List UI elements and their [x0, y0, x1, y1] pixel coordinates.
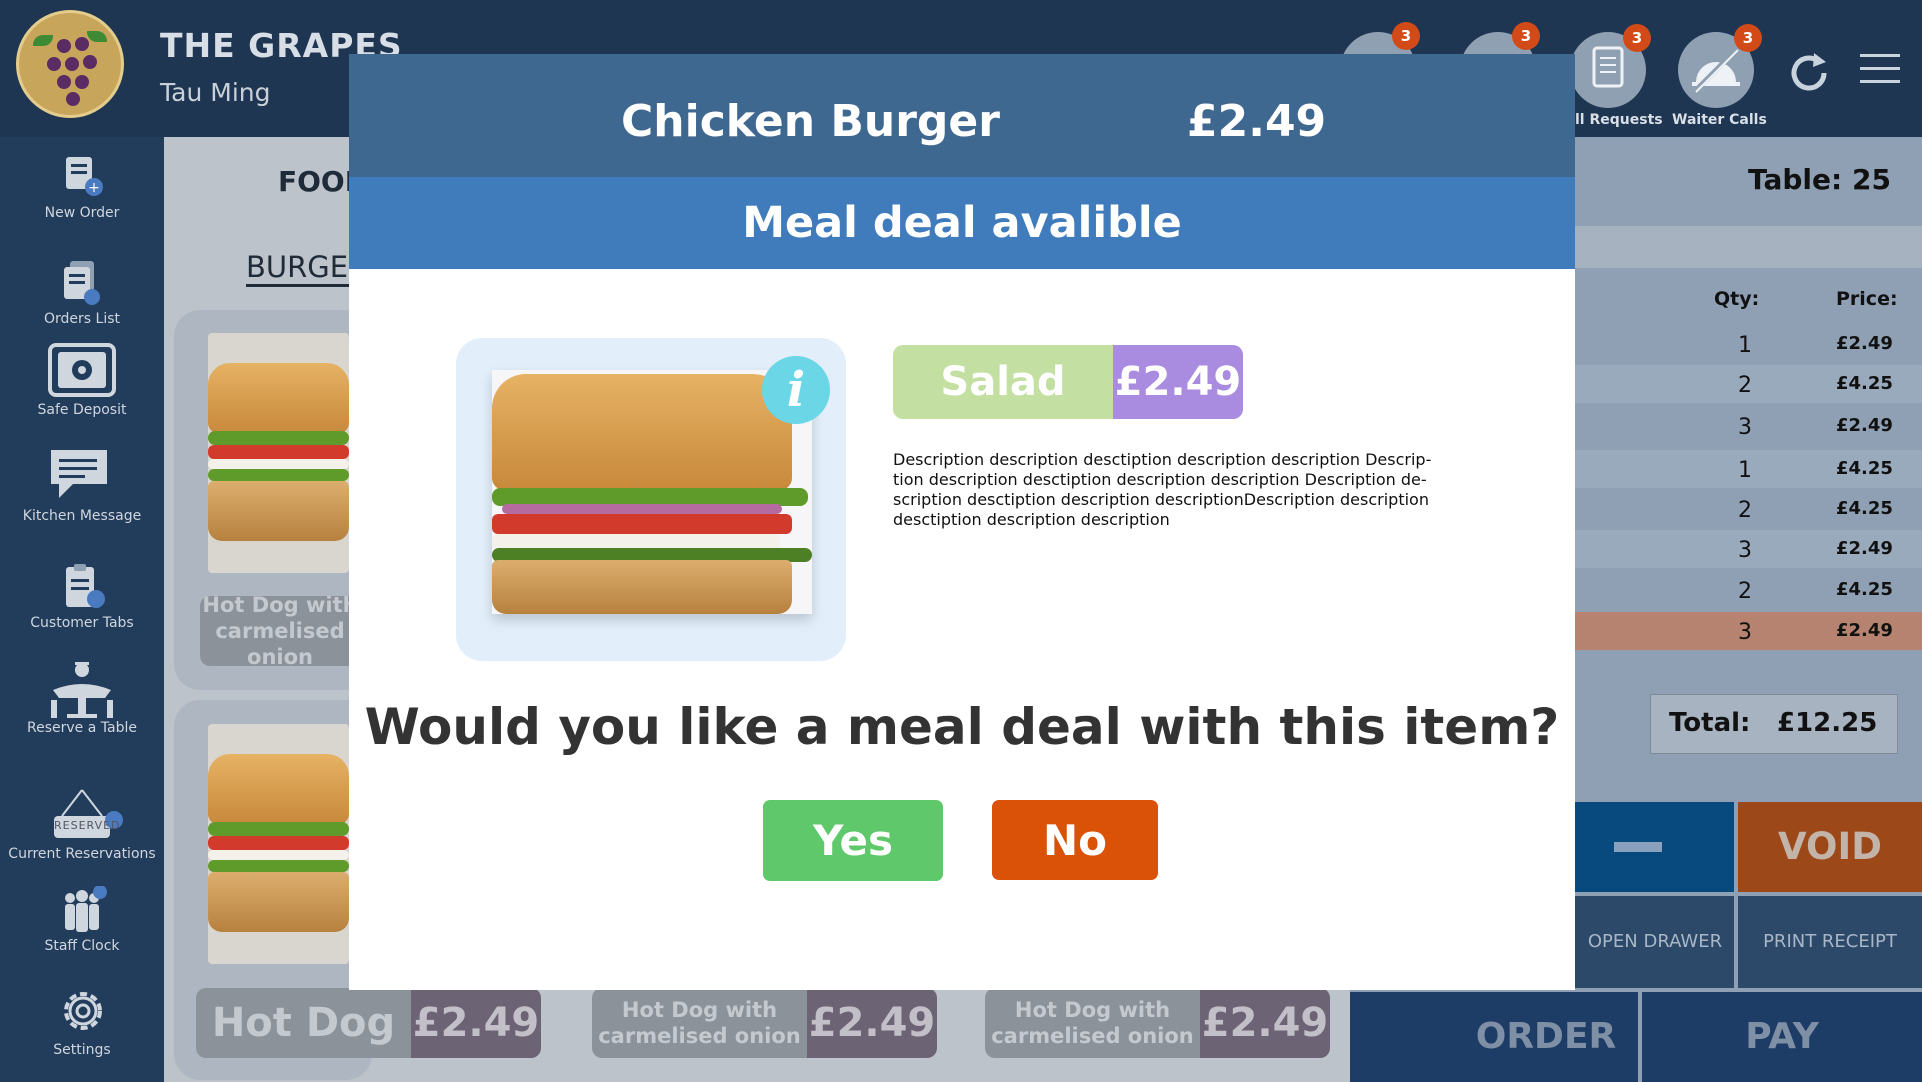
tables-badge: 3 — [1392, 22, 1420, 50]
dialog-header: Chicken Burger £2.49 — [349, 54, 1575, 177]
staff-icon — [56, 885, 108, 934]
product-hot-dog-onion[interactable]: Hot Dog with carmelised onion £2.49 — [985, 988, 1330, 1058]
orders-list-icon — [56, 259, 108, 307]
option-description: Description description desctiption desc… — [893, 450, 1432, 529]
minus-icon — [1614, 842, 1662, 852]
sidebar-item-current-reservations[interactable]: RESERVED Current Reservations — [0, 786, 164, 862]
gear-icon — [56, 984, 108, 1038]
option-price: £2.49 — [1113, 345, 1243, 419]
void-button[interactable]: VOID — [1738, 802, 1922, 892]
pay-button[interactable]: PAY — [1642, 992, 1922, 1082]
refresh-icon[interactable] — [1786, 50, 1832, 100]
clipboard-icon — [56, 563, 108, 611]
yes-button[interactable]: Yes — [763, 800, 943, 881]
price-header: Price: — [1836, 288, 1898, 310]
safe-icon — [47, 342, 117, 398]
table-number: Table: 25 — [1748, 163, 1891, 196]
bill-requests-badge: 3 — [1623, 24, 1651, 52]
product-hot-dog[interactable]: Hot Dog £2.49 — [196, 988, 541, 1058]
product-image — [208, 724, 349, 964]
option-name: Salad — [893, 345, 1113, 419]
product-name-pill: Hot Dog with carmelised onion — [200, 596, 360, 666]
order-button[interactable]: ORDER — [1350, 992, 1638, 1082]
item-price: £2.49 — [1187, 96, 1327, 147]
svg-text:+: + — [88, 180, 100, 196]
product-image — [208, 333, 349, 573]
meal-deal-dialog: Chicken Burger £2.49 Meal deal avalible … — [349, 54, 1575, 990]
sandwich-image — [492, 370, 812, 614]
sidebar-item-new-order[interactable]: + New Order — [0, 153, 164, 221]
sidebar-item-customer-tabs[interactable]: Customer Tabs — [0, 563, 164, 631]
table-icon — [47, 660, 117, 722]
sidebar-item-orders-list[interactable]: Orders List — [0, 259, 164, 327]
sidebar-item-kitchen-message[interactable]: Kitchen Message — [0, 446, 164, 524]
order-total: Total: £12.25 — [1650, 694, 1898, 754]
sidebar-item-staff-clock[interactable]: Staff Clock — [0, 885, 164, 954]
grapes-logo — [16, 10, 124, 118]
bill-requests-label: ll Requests — [1575, 112, 1663, 128]
product-hot-dog-onion[interactable]: Hot Dog with carmelised onion £2.49 — [592, 988, 937, 1058]
sidebar-item-reserve-table[interactable]: Reserve a Table — [0, 660, 164, 736]
meal-deal-question: Would you like a meal deal with this ite… — [364, 698, 1560, 756]
new-order-icon: + — [56, 153, 108, 201]
staff-name: Tau Ming — [160, 78, 271, 107]
menu-icon[interactable] — [1860, 52, 1900, 90]
waiter-calls-label: Waiter Calls — [1672, 112, 1767, 128]
message-icon — [47, 446, 117, 504]
print-receipt-button[interactable]: PRINT RECEIPT — [1738, 896, 1922, 988]
no-button[interactable]: No — [992, 800, 1158, 880]
qty-header: Qty: — [1714, 288, 1760, 310]
info-icon[interactable]: i — [762, 356, 830, 424]
meal-deal-option[interactable]: Salad £2.49 — [893, 345, 1243, 419]
meal-deal-banner: Meal deal avalible — [349, 177, 1575, 269]
item-name: Chicken Burger — [621, 96, 1000, 147]
reserved-sign-icon: RESERVED — [34, 786, 130, 842]
payments-badge: 3 — [1512, 22, 1540, 50]
sidebar-item-settings[interactable]: Settings — [0, 984, 164, 1058]
item-image-box: i — [456, 338, 846, 661]
waiter-calls-badge: 3 — [1734, 24, 1762, 52]
sidebar-item-safe-deposit[interactable]: Safe Deposit — [0, 342, 164, 418]
